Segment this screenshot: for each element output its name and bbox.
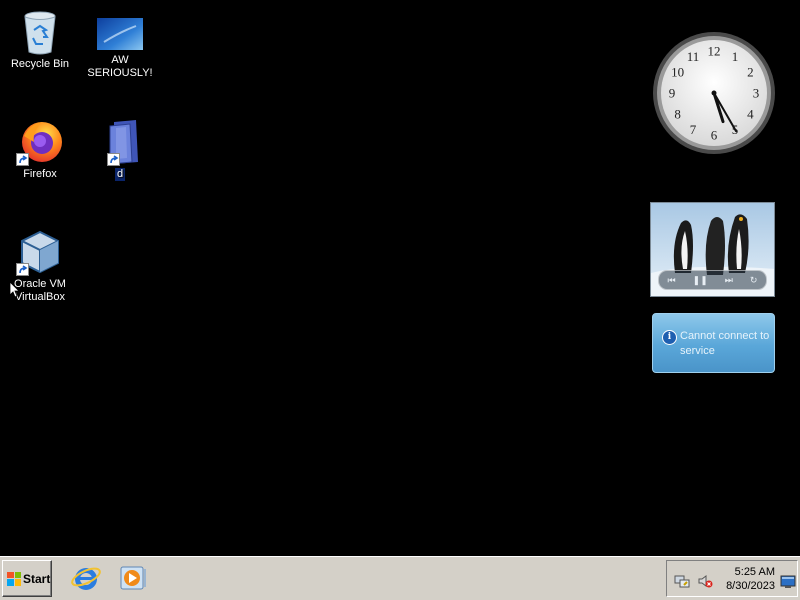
clock-numeral: 11 bbox=[687, 49, 700, 64]
firefox-icon bbox=[16, 118, 64, 166]
desktop-icon-label: AW SERIOUSLY! bbox=[87, 54, 153, 79]
clock-numeral: 2 bbox=[747, 65, 754, 80]
start-button[interactable]: Start bbox=[2, 560, 52, 597]
clock-gadget[interactable]: 121234567891011 bbox=[651, 30, 777, 156]
next-icon[interactable]: ⏭ bbox=[725, 275, 733, 286]
network-icon[interactable] bbox=[674, 573, 690, 589]
shortcut-arrow-icon bbox=[107, 153, 120, 166]
folder-icon bbox=[96, 118, 144, 166]
tray-date[interactable]: 8/30/2023 bbox=[726, 580, 775, 592]
desktop-icon-label: Firefox bbox=[23, 168, 57, 180]
desktop-icon-aw-seriously[interactable]: AW SERIOUSLY! bbox=[85, 12, 155, 80]
clock-numeral: 4 bbox=[747, 107, 754, 122]
feed-error-message: Cannot connect to service bbox=[680, 330, 770, 357]
shortcut-arrow-icon bbox=[16, 153, 29, 166]
slideshow-gadget[interactable]: ⏮ ❚❚ ⏭ ↻ bbox=[650, 202, 775, 297]
feed-gadget[interactable]: i Cannot connect to service bbox=[652, 313, 775, 373]
pause-icon[interactable]: ❚❚ bbox=[693, 275, 708, 286]
repeat-icon[interactable]: ↻ bbox=[750, 275, 758, 286]
clock-numeral: 8 bbox=[674, 107, 681, 122]
desktop-icon-firefox[interactable]: Firefox bbox=[5, 118, 75, 181]
start-label: Start bbox=[23, 571, 51, 586]
info-icon: i bbox=[662, 330, 677, 345]
tray-time[interactable]: 5:25 AM bbox=[735, 566, 775, 578]
show-desktop-icon[interactable] bbox=[780, 574, 796, 590]
desktop-icon-label: Recycle Bin bbox=[10, 58, 70, 70]
desktop-icon-label: d bbox=[114, 168, 126, 181]
slideshow-controls: ⏮ ❚❚ ⏭ ↻ bbox=[658, 270, 767, 290]
clock-numeral: 12 bbox=[708, 44, 721, 59]
clock-numeral: 7 bbox=[690, 122, 697, 137]
desktop-icon-d[interactable]: d bbox=[85, 118, 155, 181]
clock-numeral: 1 bbox=[732, 49, 739, 64]
taskbar: Start 5:25 AM 8/30/2023 bbox=[0, 556, 800, 600]
previous-icon[interactable]: ⏮ bbox=[668, 275, 676, 286]
volume-muted-icon[interactable] bbox=[697, 573, 713, 589]
windows-logo-icon bbox=[7, 571, 21, 586]
shortcut-arrow-icon bbox=[16, 263, 29, 276]
clock-numeral: 9 bbox=[669, 86, 676, 101]
clock-numeral: 6 bbox=[711, 128, 718, 143]
recycle-bin-icon bbox=[16, 8, 64, 56]
media-player-icon[interactable] bbox=[117, 562, 149, 594]
internet-explorer-icon[interactable] bbox=[70, 562, 102, 594]
desktop-icon-recycle-bin[interactable]: Recycle Bin bbox=[5, 8, 75, 71]
clock-numeral: 3 bbox=[753, 86, 760, 101]
clock-numeral: 10 bbox=[671, 65, 684, 80]
virtualbox-icon bbox=[16, 228, 64, 276]
image-file-icon bbox=[96, 12, 144, 52]
clock-face: 121234567891011 bbox=[653, 32, 775, 154]
mouse-cursor-icon bbox=[10, 282, 20, 298]
system-tray: 5:25 AM 8/30/2023 bbox=[666, 560, 798, 597]
